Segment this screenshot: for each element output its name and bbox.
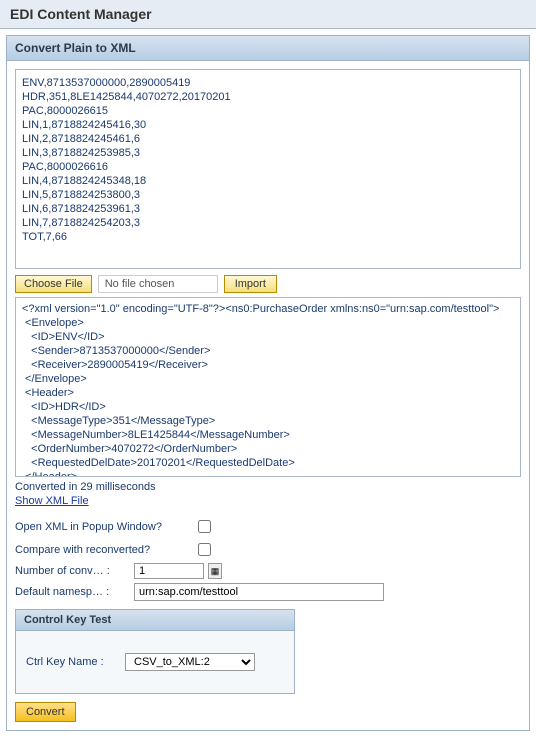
numconv-row: Number of conv… : ▦ — [15, 563, 521, 579]
numconv-label: Number of conv… : — [15, 565, 130, 577]
control-key-body: Ctrl Key Name : CSV_to_XML:2 — [16, 631, 294, 693]
status-text: Converted in 29 milliseconds — [15, 481, 521, 493]
choose-file-button[interactable]: Choose File — [15, 275, 92, 293]
ctrlkey-row: Ctrl Key Name : CSV_to_XML:2 — [26, 653, 284, 671]
xml-output[interactable]: <?xml version="1.0" encoding="UTF-8"?><n… — [15, 297, 521, 477]
import-button[interactable]: Import — [224, 275, 277, 293]
show-xml-link[interactable]: Show XML File — [15, 495, 89, 507]
compare-checkbox[interactable] — [198, 543, 211, 556]
numconv-input[interactable] — [134, 563, 204, 579]
ctrlkey-select[interactable]: CSV_to_XML:2 — [125, 653, 255, 671]
open-popup-row: Open XML in Popup Window? — [15, 517, 521, 536]
open-popup-checkbox[interactable] — [198, 520, 211, 533]
compare-row: Compare with reconverted? — [15, 540, 521, 559]
main-content: Convert Plain to XML ENV,8713537000000,2… — [0, 29, 536, 743]
page-title: EDI Content Manager — [0, 0, 536, 29]
file-row: Choose File No file chosen Import — [15, 275, 521, 293]
control-key-header: Control Key Test — [16, 610, 294, 631]
plain-text-input[interactable]: ENV,8713537000000,2890005419 HDR,351,8LE… — [15, 69, 521, 269]
compare-label: Compare with reconverted? — [15, 544, 190, 556]
defaultns-input[interactable] — [134, 583, 384, 601]
numconv-spinner[interactable]: ▦ — [208, 563, 222, 579]
control-key-panel: Control Key Test Ctrl Key Name : CSV_to_… — [15, 609, 295, 694]
convert-panel: Convert Plain to XML ENV,8713537000000,2… — [6, 35, 530, 731]
file-chosen-text: No file chosen — [98, 275, 218, 293]
ctrlkey-label: Ctrl Key Name : — [26, 656, 121, 668]
convert-button[interactable]: Convert — [15, 702, 76, 722]
defaultns-label: Default namesp… : — [15, 586, 130, 598]
convert-panel-body: ENV,8713537000000,2890005419 HDR,351,8LE… — [7, 61, 529, 730]
open-popup-label: Open XML in Popup Window? — [15, 521, 190, 533]
convert-panel-header: Convert Plain to XML — [7, 36, 529, 61]
defaultns-row: Default namesp… : — [15, 583, 521, 601]
